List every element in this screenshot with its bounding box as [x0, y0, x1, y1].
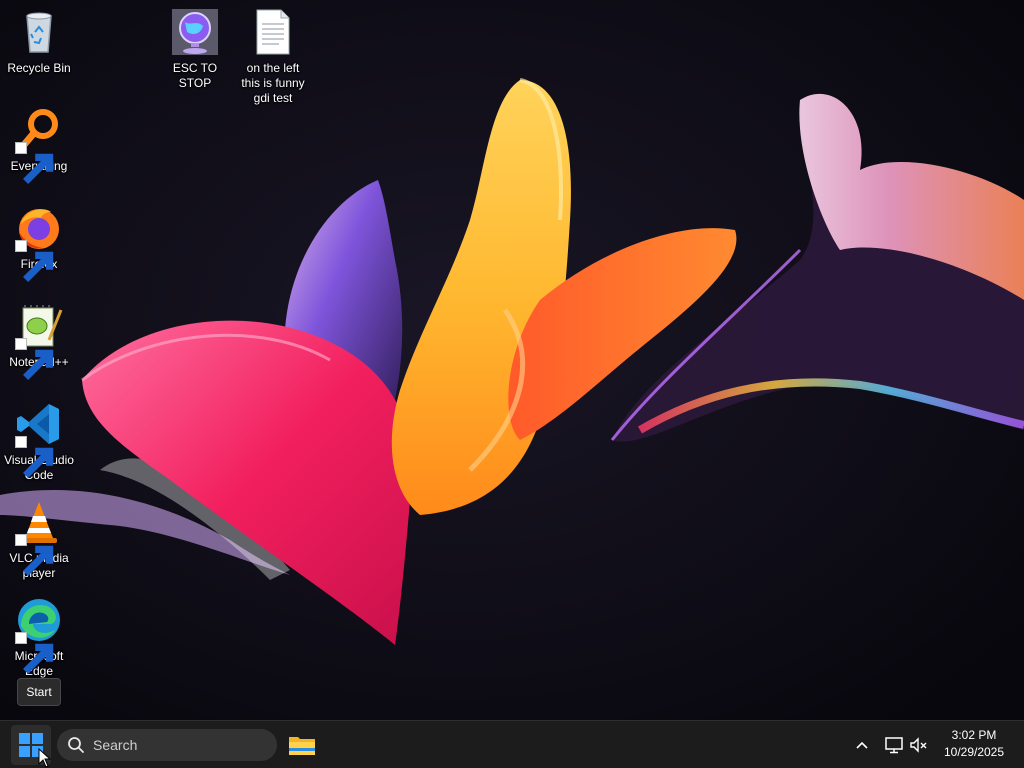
globe-app-icon — [171, 8, 219, 56]
shortcut-arrow-icon — [15, 534, 54, 576]
vlc-icon — [15, 498, 63, 576]
folder-icon — [289, 737, 315, 755]
notepadplusplus-icon — [15, 302, 63, 380]
search-icon — [68, 737, 84, 753]
taskbar-search-box[interactable]: Search — [57, 729, 277, 761]
desktop-icon-everything[interactable]: Everything — [0, 106, 78, 184]
text-file-icon — [249, 8, 297, 56]
recycle-bin-icon — [15, 8, 63, 56]
clock-time: 3:02 PM — [951, 728, 997, 742]
clock-date: 10/29/2025 — [943, 745, 1005, 759]
desktop-icon-firefox[interactable]: Firefox — [0, 204, 78, 282]
desktop-icon-esc-to-stop[interactable]: ESC TO STOP — [156, 8, 234, 91]
chevron-up-icon — [856, 741, 868, 749]
vscode-icon — [15, 400, 63, 478]
volume-button[interactable] — [907, 733, 931, 757]
network-status-button[interactable] — [882, 733, 906, 757]
desktop-icon-label: ESC TO STOP — [172, 61, 218, 90]
desktop-icon-vlc[interactable]: VLC media player — [0, 498, 78, 581]
desktop-icon-notepadplusplus[interactable]: Notepad++ — [0, 302, 78, 380]
desktop-icon-label: on the left this is funny gdi test — [241, 61, 305, 105]
search-placeholder: Search — [93, 737, 138, 753]
edge-icon — [15, 596, 63, 674]
volume-muted-icon — [910, 737, 927, 753]
firefox-icon — [15, 204, 63, 282]
shortcut-arrow-icon — [15, 632, 54, 674]
shortcut-arrow-icon — [15, 338, 54, 380]
desktop-icon-edge[interactable]: Microsoft Edge — [0, 596, 78, 679]
file-explorer-button[interactable] — [282, 725, 322, 765]
mouse-cursor-icon — [38, 748, 52, 768]
shortcut-arrow-icon — [15, 436, 54, 478]
desktop-icon-vscode[interactable]: Visual Studio Code — [0, 400, 78, 483]
taskbar: Search 3:02 PM 10/29/2025 — [0, 720, 1024, 768]
network-icon — [885, 737, 903, 754]
shortcut-arrow-icon — [15, 142, 54, 184]
show-hidden-icons-button[interactable] — [850, 733, 874, 757]
start-tooltip: Start — [17, 678, 61, 706]
taskbar-clock[interactable]: 3:02 PM 10/29/2025 — [932, 727, 1016, 763]
desktop-icon-text-file[interactable]: on the left this is funny gdi test — [234, 8, 312, 106]
desktop-icon-label: Recycle Bin — [7, 61, 71, 75]
desktop-wallpaper — [0, 0, 1024, 720]
shortcut-arrow-icon — [15, 240, 54, 282]
desktop-icon-recycle-bin[interactable]: Recycle Bin — [0, 8, 78, 76]
everything-search-icon — [15, 106, 63, 184]
